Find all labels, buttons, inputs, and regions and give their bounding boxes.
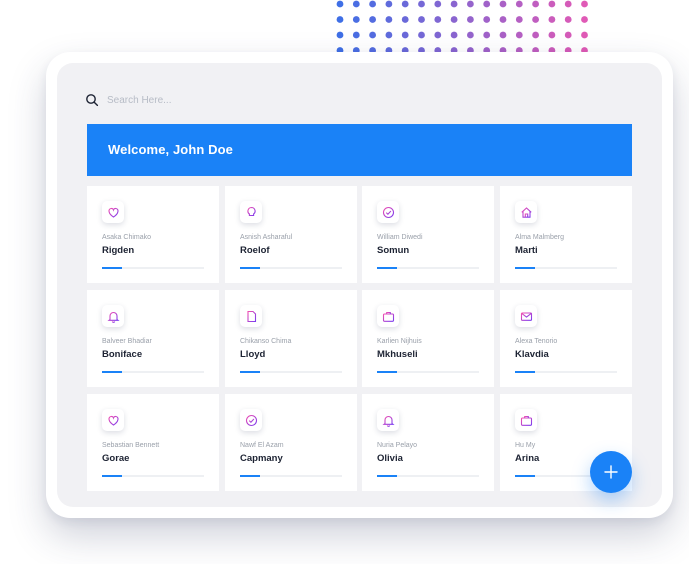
- progress-bar: [102, 371, 204, 373]
- check-circle-icon: [240, 409, 262, 431]
- document-icon: [240, 305, 262, 327]
- progress-bar: [102, 267, 204, 269]
- progress-fill: [515, 267, 536, 269]
- card-subtitle: Alma Malmberg: [515, 234, 565, 241]
- card-title: Boniface: [102, 349, 143, 360]
- user-card[interactable]: Alma Malmberg Marti: [500, 186, 632, 283]
- card-title: Roelof: [240, 245, 270, 256]
- card-subtitle: William Diwedi: [377, 234, 423, 241]
- card-subtitle: Nawf El Azam: [240, 442, 284, 449]
- bell-icon: [102, 305, 124, 327]
- search-icon: [86, 94, 99, 107]
- card-subtitle: Chikanso Chima: [240, 338, 292, 345]
- progress-fill: [240, 371, 261, 373]
- progress-bar: [377, 267, 479, 269]
- card-subtitle: Asaka Chimako: [102, 234, 152, 241]
- app-screen: Welcome, John Doe Asaka Chimako Rigden Asn…: [57, 63, 662, 507]
- card-subtitle: Sebastian Bennett: [102, 442, 160, 449]
- progress-bar: [377, 371, 479, 373]
- card-title: Rigden: [102, 245, 135, 256]
- user-card[interactable]: Karlien Nijhuis Mkhuseli: [362, 290, 494, 387]
- card-subtitle: Nuria Pelayo: [377, 442, 418, 449]
- mail-icon: [515, 305, 537, 327]
- card-title: Marti: [515, 245, 538, 256]
- check-circle-icon: [377, 201, 399, 223]
- card-title: Olivia: [377, 453, 403, 464]
- progress-bar: [515, 267, 617, 269]
- progress-fill: [377, 475, 398, 477]
- user-card[interactable]: Asaka Chimako Rigden: [87, 186, 219, 283]
- search-input[interactable]: [107, 94, 327, 106]
- user-card[interactable]: Chikanso Chima Lloyd: [225, 290, 357, 387]
- progress-fill: [240, 475, 261, 477]
- card-subtitle: Balveer Bhadiar: [102, 338, 152, 345]
- tablet-frame: Welcome, John Doe Asaka Chimako Rigden Asn…: [46, 52, 673, 518]
- progress-bar: [240, 267, 342, 269]
- progress-fill: [102, 371, 123, 373]
- home-icon: [515, 201, 537, 223]
- progress-fill: [102, 267, 123, 269]
- search-bar[interactable]: [85, 93, 327, 107]
- card-title: Lloyd: [240, 349, 266, 360]
- briefcase-icon: [515, 409, 537, 431]
- card-subtitle: Karlien Nijhuis: [377, 338, 422, 345]
- user-card[interactable]: Alexa Tenorio Klavdia: [500, 290, 632, 387]
- progress-fill: [240, 267, 261, 269]
- card-subtitle: Hu My: [515, 442, 536, 449]
- card-title: Arina: [515, 453, 540, 464]
- progress-bar: [240, 475, 342, 477]
- heart-icon: [102, 409, 124, 431]
- card-title: Klavdia: [515, 349, 549, 360]
- progress-fill: [377, 267, 398, 269]
- progress-fill: [377, 371, 398, 373]
- card-title: Capmany: [240, 453, 283, 464]
- progress-bar: [377, 475, 479, 477]
- user-card[interactable]: Nuria Pelayo Olivia: [362, 394, 494, 491]
- lightbulb-icon: [240, 201, 262, 223]
- progress-bar: [240, 371, 342, 373]
- add-button[interactable]: [590, 451, 632, 493]
- heart-icon: [102, 201, 124, 223]
- progress-bar: [515, 371, 617, 373]
- user-card[interactable]: Balveer Bhadiar Boniface: [87, 290, 219, 387]
- card-subtitle: Alexa Tenorio: [515, 338, 558, 345]
- user-card[interactable]: Asnish Asharaful Roelof: [225, 186, 357, 283]
- user-card[interactable]: William Diwedi Somun: [362, 186, 494, 283]
- card-title: Mkhuseli: [377, 349, 418, 360]
- user-card[interactable]: Sebastian Bennett Gorae: [87, 394, 219, 491]
- welcome-banner: Welcome, John Doe: [87, 124, 632, 176]
- progress-fill: [102, 475, 123, 477]
- progress-fill: [515, 371, 536, 373]
- plus-icon: [604, 465, 618, 479]
- briefcase-icon: [377, 305, 399, 327]
- user-card[interactable]: Nawf El Azam Capmany: [225, 394, 357, 491]
- welcome-title: Welcome, John Doe: [108, 142, 233, 157]
- card-title: Somun: [377, 245, 410, 256]
- card-title: Gorae: [102, 453, 130, 464]
- bell-icon: [377, 409, 399, 431]
- decorative-dot-pattern: [336, 0, 588, 52]
- card-subtitle: Asnish Asharaful: [240, 234, 293, 241]
- progress-bar: [102, 475, 204, 477]
- progress-fill: [515, 475, 536, 477]
